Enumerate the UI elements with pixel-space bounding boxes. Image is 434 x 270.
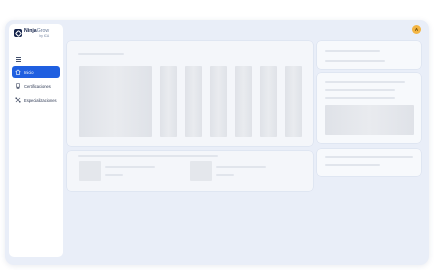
skeleton-thumbnail bbox=[79, 161, 101, 181]
skeleton-column bbox=[160, 66, 177, 137]
logo-icon bbox=[14, 29, 22, 37]
skeleton-line bbox=[216, 174, 234, 176]
bottom-skeleton-card bbox=[67, 151, 313, 191]
sidebar-item-label: Especializaciones bbox=[24, 97, 57, 103]
skeleton-line bbox=[325, 156, 413, 158]
skeleton-line bbox=[325, 50, 380, 52]
skeleton-line bbox=[78, 155, 218, 157]
skeleton-column bbox=[260, 66, 277, 137]
skeleton-line bbox=[325, 89, 395, 91]
skeleton-column bbox=[235, 66, 252, 137]
sidebar-item-especializaciones[interactable]: Especializaciones bbox=[12, 94, 60, 106]
hamburger-icon[interactable] bbox=[16, 57, 21, 63]
skeleton-column bbox=[285, 66, 302, 137]
logo-name: Ninja bbox=[24, 28, 37, 34]
right-skeleton-card bbox=[317, 41, 421, 69]
sidebar: NinjaGrow by ICA Inicio Certificaciones … bbox=[9, 24, 63, 257]
sidebar-item-certificaciones[interactable]: Certificaciones bbox=[12, 80, 60, 92]
skeleton-line bbox=[325, 81, 405, 83]
skeleton-thumbnail bbox=[190, 161, 212, 181]
skeleton-line bbox=[105, 174, 123, 176]
home-icon bbox=[15, 69, 21, 75]
skeleton-title bbox=[78, 53, 124, 55]
main-skeleton-card bbox=[67, 41, 313, 146]
skeleton-line bbox=[325, 164, 380, 166]
skeleton-line bbox=[325, 97, 395, 99]
skeleton-column bbox=[210, 66, 227, 137]
sidebar-item-label: Certificaciones bbox=[24, 83, 51, 89]
right-skeleton-card bbox=[317, 73, 421, 143]
skeleton-image bbox=[79, 66, 152, 137]
logo-name-light: Grow bbox=[36, 28, 50, 34]
right-skeleton-card bbox=[317, 149, 421, 176]
logo-subtitle: by ICA bbox=[39, 34, 50, 39]
skeleton-column bbox=[185, 66, 202, 137]
skeleton-line bbox=[216, 166, 266, 168]
sidebar-item-inicio[interactable]: Inicio bbox=[12, 66, 60, 78]
logo[interactable]: NinjaGrow by ICA bbox=[14, 28, 50, 40]
skeleton-image bbox=[325, 105, 414, 135]
sidebar-item-label: Inicio bbox=[24, 69, 34, 75]
avatar[interactable]: A bbox=[412, 25, 421, 34]
certificate-icon bbox=[15, 83, 21, 89]
specializations-icon bbox=[15, 97, 21, 103]
skeleton-line bbox=[325, 60, 385, 62]
skeleton-line bbox=[105, 166, 155, 168]
